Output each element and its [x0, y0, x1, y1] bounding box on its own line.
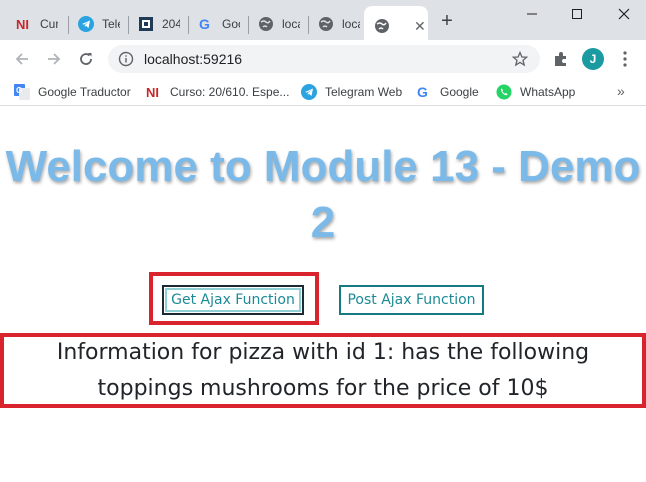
profile-avatar[interactable]: J: [582, 48, 604, 70]
telegram-icon: [301, 84, 317, 100]
tab-label: Tele: [102, 17, 120, 31]
tab-label: Goo: [222, 17, 240, 31]
close-window-icon[interactable]: [613, 6, 635, 22]
svg-text:G: G: [417, 84, 428, 100]
translate-icon: G: [14, 84, 30, 100]
forward-icon[interactable]: [44, 49, 64, 69]
reload-icon[interactable]: [76, 49, 96, 69]
ni-icon: NI: [146, 84, 162, 100]
page-content: Welcome to Module 13 - Demo 2 Get Ajax F…: [0, 107, 646, 482]
tab-label: 204: [162, 17, 180, 31]
ni-icon: NI: [16, 16, 32, 32]
tab-google[interactable]: G Goo: [188, 8, 246, 40]
tab-label: loca: [282, 17, 300, 31]
bookmark-google[interactable]: G Google: [416, 83, 479, 101]
svg-text:G: G: [199, 16, 210, 32]
svg-text:NI: NI: [16, 17, 29, 32]
telegram-icon: [78, 16, 94, 32]
tab-label: Cur: [40, 17, 58, 31]
doc-icon: [138, 16, 154, 32]
globe-icon: [318, 16, 334, 32]
maximize-icon[interactable]: [566, 6, 588, 22]
google-icon: G: [416, 84, 432, 100]
minimize-icon[interactable]: [521, 6, 543, 22]
bookmark-label: WhatsApp: [520, 85, 576, 99]
url-text[interactable]: localhost:59216: [144, 51, 242, 67]
address-bar[interactable]: localhost:59216: [108, 45, 540, 73]
back-icon[interactable]: [12, 49, 32, 69]
extensions-icon[interactable]: [552, 50, 570, 73]
tab-localhost-1[interactable]: loca: [248, 8, 306, 40]
result-message: Information for pizza with id 1: has the…: [0, 333, 646, 408]
bookmark-curso[interactable]: NI Curso: 20/610. Espe...: [146, 83, 289, 101]
bookmarks-bar: G Google Traductor NI Curso: 20/610. Esp…: [0, 78, 646, 106]
globe-icon: [374, 18, 390, 34]
close-tab-icon[interactable]: ✕: [414, 18, 426, 35]
globe-icon: [258, 16, 274, 32]
info-icon[interactable]: [118, 51, 134, 67]
whatsapp-icon: [496, 84, 512, 100]
menu-icon[interactable]: [617, 50, 633, 73]
page-title: Welcome to Module 13 - Demo 2: [5, 142, 641, 247]
bookmarks-overflow-icon[interactable]: »: [617, 83, 625, 99]
bookmark-label: Curso: 20/610. Espe...: [170, 85, 290, 99]
google-icon: G: [198, 16, 214, 32]
tab-ni[interactable]: NI Cur: [6, 8, 62, 40]
bookmark-label: Telegram Web: [325, 85, 403, 99]
new-tab-button[interactable]: +: [437, 11, 457, 32]
tab-telegram[interactable]: Tele: [68, 8, 126, 40]
post-ajax-button[interactable]: Post Ajax Function: [339, 285, 484, 315]
browser-toolbar: localhost:59216 J: [0, 40, 646, 78]
bookmark-telegram[interactable]: Telegram Web: [301, 83, 402, 101]
tab-document[interactable]: 204: [128, 8, 186, 40]
bookmark-star-icon[interactable]: [511, 50, 529, 72]
get-ajax-button[interactable]: Get Ajax Function: [162, 285, 304, 315]
bookmark-label: Google: [440, 85, 479, 99]
bookmark-label: Google Traductor: [38, 85, 131, 99]
svg-text:NI: NI: [146, 85, 159, 100]
tab-label: loca: [342, 17, 360, 31]
bookmark-google-translate[interactable]: G Google Traductor: [14, 83, 131, 101]
tab-localhost-2[interactable]: loca: [308, 8, 364, 40]
svg-text:G: G: [16, 86, 22, 95]
bookmark-whatsapp[interactable]: WhatsApp: [496, 83, 575, 101]
